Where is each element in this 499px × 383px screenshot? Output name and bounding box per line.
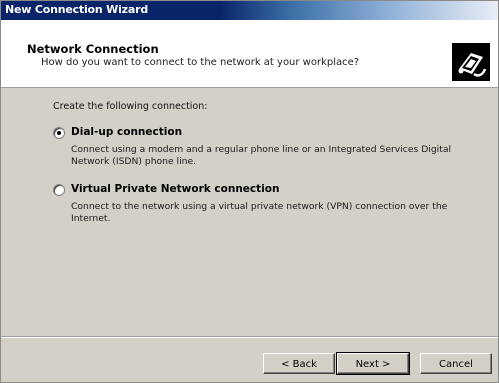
window-title: New Connection Wizard — [5, 3, 149, 16]
footer-separator — [1, 336, 498, 338]
radio-selected-dot — [57, 131, 61, 135]
network-connection-icon — [452, 43, 490, 81]
vpn-option-label[interactable]: Virtual Private Network connection — [71, 183, 279, 195]
back-button[interactable]: < Back — [263, 353, 335, 374]
title-bar[interactable]: New Connection Wizard — [1, 1, 498, 20]
wizard-content: Create the following connection: Dial-up… — [1, 88, 498, 333]
cancel-button[interactable]: Cancel — [420, 353, 492, 374]
vpn-radio[interactable] — [53, 184, 65, 196]
vpn-option-description: Connect to the network using a virtual p… — [71, 201, 448, 224]
dial-up-option-label[interactable]: Dial-up connection — [71, 126, 182, 138]
dial-up-radio[interactable] — [53, 127, 65, 139]
page-subtitle: How do you want to connect to the networ… — [41, 57, 360, 68]
dial-up-option-description: Connect using a modem and a regular phon… — [71, 144, 451, 167]
create-connection-prompt: Create the following connection: — [53, 101, 208, 112]
page-title: Network Connection — [27, 42, 159, 56]
wizard-window: New Connection Wizard Network Connection… — [0, 0, 499, 383]
next-button[interactable]: Next > — [336, 352, 410, 375]
wizard-header: Network Connection How do you want to co… — [1, 20, 498, 88]
